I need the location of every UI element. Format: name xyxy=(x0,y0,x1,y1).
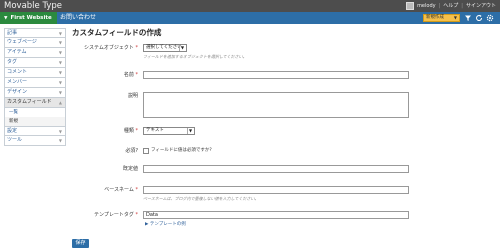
basename-hint: ベースネームは、ブログ内で重複しない値を入力してください。 xyxy=(143,196,259,201)
sidebar-item-label: 設定 xyxy=(7,128,18,134)
chevron-down-icon: ▼ xyxy=(58,129,62,134)
sidebar-item-custom-fields[interactable]: カスタムフィールド ▲ xyxy=(4,98,66,108)
sidebar-item-tools[interactable]: ツール ▼ xyxy=(4,136,66,146)
system-object-label: システムオブジェクト * xyxy=(72,44,138,52)
chevron-down-icon: ▼ xyxy=(58,90,62,95)
new-create-label: 新規作成 xyxy=(426,15,444,20)
separator: | xyxy=(461,3,463,9)
sidebar-item-entries[interactable]: 記事 ▼ xyxy=(4,28,66,38)
sidebar-item-settings[interactable]: 設定 ▼ xyxy=(4,126,66,136)
description-label: 説明 xyxy=(127,93,138,99)
sidebar-item-label: ウェブページ xyxy=(7,39,37,45)
sidebar-item-label: カスタムフィールド xyxy=(7,99,52,105)
name-input[interactable] xyxy=(143,71,409,79)
sidebar-item-label: タグ xyxy=(7,59,18,65)
chevron-down-icon: ▼ xyxy=(58,31,62,36)
basename-label: ベースネーム * xyxy=(72,186,138,194)
triangle-down-icon: ▼ xyxy=(4,16,8,21)
site-name: First Website xyxy=(10,15,52,21)
sidebar-item-label: デザイン xyxy=(7,89,28,95)
default-value-label: 既定値 xyxy=(122,166,138,172)
chevron-down-icon: ▼ xyxy=(179,45,185,51)
template-example-link[interactable]: ▶ テンプレートの例 xyxy=(145,222,186,228)
required-mark: * xyxy=(135,187,139,193)
top-bar: Movable Type melody | ヘルプ | サインアウト xyxy=(0,0,500,12)
required-label: 必須? xyxy=(125,148,138,154)
system-object-select[interactable]: 選択してください ▼ xyxy=(143,44,187,52)
user-menu: melody | ヘルプ | サインアウト xyxy=(406,2,496,10)
label-text: テンプレートタグ xyxy=(94,212,134,218)
label-text: 種類 xyxy=(123,128,134,134)
template-tag-input[interactable]: Data xyxy=(143,211,409,219)
sidebar-item-label: コメント xyxy=(7,69,28,75)
label-text: システムオブジェクト xyxy=(84,45,134,51)
type-select[interactable]: テキスト ▼ xyxy=(143,127,195,135)
chevron-down-icon: ▼ xyxy=(58,70,62,75)
name-label: 名前 * xyxy=(72,71,138,79)
chevron-down-icon: ▼ xyxy=(58,40,62,45)
app-title: Movable Type xyxy=(4,1,62,11)
select-value: テキスト xyxy=(146,128,164,133)
help-link[interactable]: ヘルプ xyxy=(443,2,458,10)
label-text: ベースネーム xyxy=(104,187,134,193)
default-value-input[interactable] xyxy=(143,165,409,173)
avatar[interactable] xyxy=(406,2,415,10)
chevron-down-icon: ▼ xyxy=(58,60,62,65)
required-checkbox-label[interactable]: フィールドに値は必須ですか? xyxy=(151,147,212,155)
triangle-right-icon: ▶ xyxy=(145,222,149,227)
chevron-up-icon: ▲ xyxy=(58,100,62,105)
link-text: テンプレートの例 xyxy=(149,222,186,227)
sidebar-item-assets[interactable]: アイテム ▼ xyxy=(4,48,66,58)
sidebar-item-label: ツール xyxy=(7,137,23,143)
sidebar-item-label: 記事 xyxy=(7,30,18,36)
system-object-hint: フィールドを追加するオブジェクトを選択してください。 xyxy=(143,54,247,59)
page-title: カスタムフィールドの作成 xyxy=(72,28,162,37)
sidebar-item-webpages[interactable]: ウェブページ ▼ xyxy=(4,38,66,48)
save-button[interactable]: 保存 xyxy=(72,239,89,248)
filter-icon[interactable] xyxy=(464,14,472,22)
scope-bar: ▼ First Website お問い合わせ 新規作成 ▼ xyxy=(0,12,500,24)
type-label: 種類 * xyxy=(72,127,138,135)
site-selector[interactable]: ▼ First Website xyxy=(0,12,57,24)
chevron-down-icon: ▼ xyxy=(58,50,62,55)
separator: | xyxy=(438,3,441,9)
blog-name[interactable]: お問い合わせ xyxy=(60,12,96,24)
sidebar-item-members[interactable]: メンバー ▼ xyxy=(4,78,66,88)
sidebar-item-label: メンバー xyxy=(7,79,28,85)
sidebar: 記事 ▼ ウェブページ ▼ アイテム ▼ タグ ▼ コメント ▼ メンバー ▼ デザイン ▼ … xyxy=(4,28,66,146)
signout-link[interactable]: サインアウト xyxy=(466,2,496,10)
gear-icon[interactable] xyxy=(486,14,494,22)
select-value: 選択してください xyxy=(146,45,182,50)
label-text: 名前 xyxy=(123,72,134,78)
required-mark: * xyxy=(135,45,139,51)
triangle-down-icon: ▼ xyxy=(453,15,457,20)
required-mark: * xyxy=(135,212,139,218)
chevron-down-icon: ▼ xyxy=(187,128,193,134)
refresh-icon[interactable] xyxy=(475,14,483,22)
sidebar-subitem-new[interactable]: 新規 xyxy=(4,117,66,126)
sidebar-item-label: アイテム xyxy=(7,49,27,55)
required-mark: * xyxy=(135,72,139,78)
sidebar-item-design[interactable]: デザイン ▼ xyxy=(4,88,66,98)
username-link[interactable]: melody xyxy=(417,2,436,10)
required-checkbox[interactable] xyxy=(143,148,149,154)
basename-input[interactable] xyxy=(143,186,409,194)
sidebar-item-comments[interactable]: コメント ▼ xyxy=(4,68,66,78)
sidebar-subitem-list[interactable]: 一覧 xyxy=(4,108,66,117)
required-mark: * xyxy=(135,128,139,134)
new-create-button[interactable]: 新規作成 ▼ xyxy=(423,14,460,22)
chevron-down-icon: ▼ xyxy=(58,138,62,143)
sidebar-item-tags[interactable]: タグ ▼ xyxy=(4,58,66,68)
description-textarea[interactable] xyxy=(143,92,409,118)
template-tag-label: テンプレートタグ * xyxy=(72,211,138,219)
chevron-down-icon: ▼ xyxy=(58,80,62,85)
